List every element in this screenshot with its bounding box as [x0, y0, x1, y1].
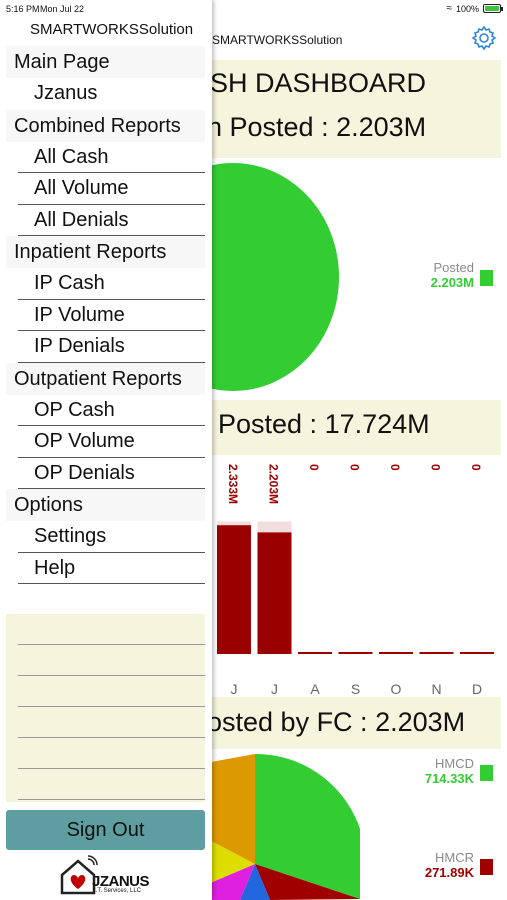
- menu-item-op-cash[interactable]: OP Cash: [18, 394, 205, 426]
- bar: [460, 652, 494, 654]
- fc-posted-title: osted by FC : 2.203M: [207, 707, 466, 737]
- drawer-title: SMARTWORKSSolution: [30, 21, 194, 38]
- bar-data-label: 0: [429, 464, 443, 471]
- menu-item-op-volume[interactable]: OP Volume: [18, 426, 205, 458]
- menu-item-all-volume[interactable]: All Volume: [18, 173, 205, 205]
- status-bar: 5:16 PM Mon Jul 22 ≈ 100%: [0, 0, 507, 20]
- fc-band: osted by FC : 2.203M: [205, 697, 501, 749]
- menu-section-options[interactable]: Options: [6, 489, 205, 521]
- menu-item-jzanus[interactable]: Jzanus: [18, 78, 205, 110]
- bar-data-label: 0: [388, 464, 402, 471]
- sign-out-button[interactable]: Sign Out: [6, 810, 205, 850]
- dashboard-heading: SH DASHBOARD: [210, 68, 427, 98]
- battery-icon: [483, 4, 503, 13]
- menu-item-op-denials[interactable]: OP Denials: [18, 457, 205, 489]
- wifi-icon: ≈: [446, 3, 452, 14]
- fc-legend-hmcd-swatch: [480, 765, 493, 781]
- status-time: 5:16 PM: [6, 4, 40, 14]
- cash-posted-title: h Posted : 2.203M: [207, 112, 427, 142]
- menu-section-inpatient-reports[interactable]: Inpatient Reports: [6, 236, 205, 268]
- pie1-legend: Posted 2.203M: [400, 260, 474, 290]
- x-tick-label: J: [271, 681, 278, 697]
- menu-item-ip-denials[interactable]: IP Denials: [18, 331, 205, 363]
- menu-section-main-page[interactable]: Main Page: [6, 46, 205, 78]
- x-tick-label: S: [351, 681, 360, 697]
- drawer-menu: Main Page Jzanus Combined Reports All Cash A…: [6, 46, 205, 584]
- menu-item-all-cash[interactable]: All Cash: [18, 141, 205, 173]
- status-right: ≈ 100%: [446, 3, 503, 14]
- drawer-empty-rows: [6, 614, 205, 802]
- x-tick-label: O: [391, 681, 402, 697]
- battery-percent: 100%: [455, 3, 479, 14]
- menu-item-all-denials[interactable]: All Denials: [18, 204, 205, 236]
- bar-data-label: 2.203M: [267, 464, 281, 504]
- fc-legend-hmcr-value: 271.89K: [424, 865, 474, 880]
- bar: [338, 652, 373, 654]
- bar: [217, 525, 251, 654]
- app-name: SMARTWORKSSolution: [212, 33, 343, 47]
- x-tick-label: A: [310, 681, 320, 697]
- menu-section-combined-reports[interactable]: Combined Reports: [6, 109, 205, 142]
- menu-item-settings[interactable]: Settings: [18, 521, 205, 553]
- bar: [257, 532, 292, 654]
- bar: [298, 652, 332, 654]
- fc-legend-hmcd-label: HMCD: [435, 756, 474, 771]
- bar-data-label: 0: [307, 464, 321, 471]
- menu-section-outpatient-reports[interactable]: Outpatient Reports: [6, 362, 205, 395]
- monthly-bar-chart: 2.333M J 2.203M J 0 A 0 S 0 O 0 N 0 D: [217, 464, 494, 697]
- bar: [379, 652, 413, 654]
- dashboard-header-band: SH DASHBOARD h Posted : 2.203M: [205, 60, 501, 158]
- fc-legend-hmcr-label: HMCR: [435, 850, 474, 865]
- x-tick-label: N: [431, 681, 441, 697]
- gear-icon[interactable]: [471, 25, 497, 51]
- logo-subtitle: I.T. Services, LLC: [94, 888, 142, 894]
- ytd-posted-title: Posted : 17.724M: [218, 409, 430, 439]
- pie1-legend-swatch: [480, 270, 493, 286]
- bar-data-label: 0: [469, 464, 483, 471]
- bar-data-label: 2.333M: [226, 464, 240, 504]
- company-logo: JZANUS I.T. Services, LLC: [58, 853, 158, 897]
- fc-legend-hmcr: HMCR 271.89K: [400, 850, 474, 880]
- pie1-legend-value: 2.203M: [430, 275, 474, 290]
- pie1-legend-label: Posted: [433, 260, 474, 275]
- x-tick-label: J: [231, 681, 238, 697]
- bar-data-label: 0: [348, 464, 362, 471]
- ytd-band: Posted : 17.724M: [205, 400, 501, 455]
- fc-legend-hmcd-value: 714.33K: [424, 771, 474, 786]
- menu-item-ip-cash[interactable]: IP Cash: [18, 268, 205, 300]
- fc-legend-hmcr-swatch: [480, 859, 493, 875]
- status-date: Mon Jul 22: [40, 4, 85, 14]
- menu-item-help[interactable]: Help: [18, 552, 205, 584]
- menu-item-ip-volume[interactable]: IP Volume: [18, 299, 205, 331]
- fc-legend-hmcd: HMCD 714.33K: [400, 756, 474, 786]
- x-tick-label: D: [472, 681, 482, 697]
- side-drawer: SMARTWORKSSolution Main Page Jzanus Combin…: [0, 0, 212, 900]
- bar: [419, 652, 454, 654]
